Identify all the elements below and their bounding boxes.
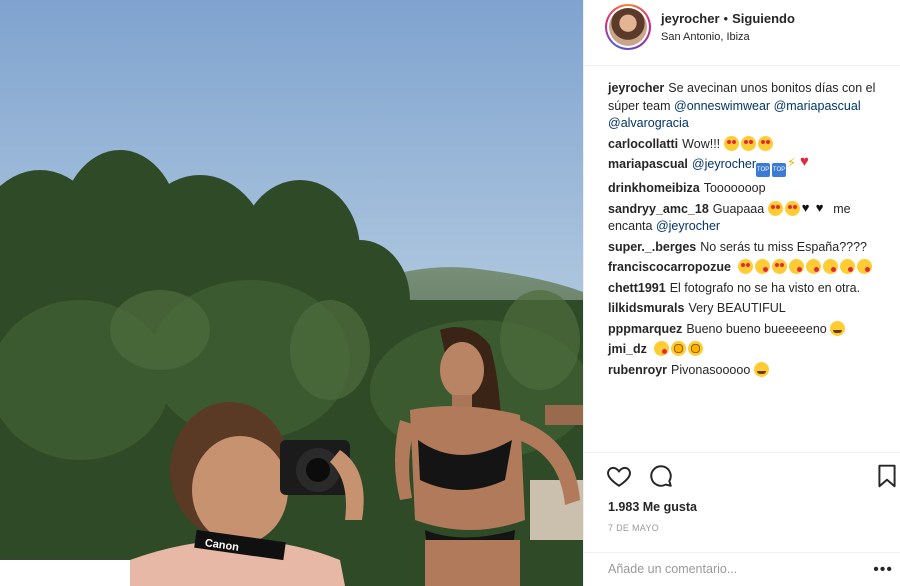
comment-username[interactable]: lilkidsmurals: [608, 301, 684, 315]
kiss-emoji-icon: [789, 259, 805, 274]
comment-text: No serás tu miss España????: [700, 239, 868, 254]
post-sidebar: jeyrocher • Siguiendo San Antonio, Ibiza j…: [583, 0, 900, 586]
photo-illustration: Canon: [0, 0, 583, 586]
location-link[interactable]: San Antonio, Ibiza: [661, 31, 750, 43]
post-header: jeyrocher • Siguiendo San Antonio, Ibiza: [584, 0, 900, 66]
post-photo[interactable]: Canon: [0, 0, 583, 586]
bookmark-icon[interactable]: [874, 463, 900, 489]
top-emoji-icon: [756, 163, 771, 177]
comments-list: jeyrocher Se avecinan unos bonitos días c…: [608, 80, 888, 382]
mention-link[interactable]: @alvarogracia: [608, 116, 689, 130]
comment: sandryy_amc_18Guapaaa me encanta @jeyroc…: [608, 199, 888, 236]
comment-text: Guapaaa: [712, 201, 765, 216]
heart-eyes-emoji-icon: [757, 135, 773, 151]
post-date: 7 DE MAYO: [608, 523, 660, 533]
comment-text: El fotografo no se ha visto en otra.: [669, 280, 861, 295]
header-line: jeyrocher • Siguiendo: [661, 11, 795, 26]
comment: lilkidsmurals Very BEAUTIFUL: [608, 300, 888, 318]
following-button[interactable]: Siguiendo: [732, 11, 795, 26]
separator-dot: •: [723, 11, 729, 26]
comment: mariapascual @jeyrocher: [608, 153, 888, 177]
heart-eyes-emoji-icon: [767, 200, 783, 216]
sun-emoji-icon: [671, 341, 687, 356]
sun-emoji-icon: [688, 341, 704, 356]
heart-eyes-emoji-icon: [740, 135, 756, 151]
red-heart-emoji-icon: [800, 153, 812, 171]
mention-link[interactable]: @onneswimwear: [674, 99, 770, 113]
profile-photo: [609, 8, 647, 46]
comment-username[interactable]: mariapascual: [608, 157, 688, 171]
kiss-emoji-icon: [840, 259, 856, 274]
bolt-emoji-icon: [787, 154, 798, 172]
comment-username[interactable]: franciscocarropozue: [608, 260, 731, 274]
comment-text: Wow!!!: [682, 136, 721, 151]
grin-emoji-icon: [753, 361, 769, 377]
kiss-emoji-icon: [755, 259, 771, 274]
kiss-emoji-icon: [654, 341, 670, 356]
comment-username[interactable]: drinkhomeibiza: [608, 181, 700, 195]
comment: pppmarquez Bueno bueno bueeeeeno: [608, 320, 888, 339]
kiss-emoji-icon: [857, 259, 873, 274]
comment-username[interactable]: pppmarquez: [608, 322, 682, 336]
comment: jmi_dz: [608, 341, 888, 359]
heart-eyes-emoji-icon: [784, 200, 800, 216]
more-options-icon[interactable]: •••: [873, 561, 893, 579]
comment-username[interactable]: rubenroyr: [608, 363, 667, 377]
comment: carlocollatti Wow!!!: [608, 135, 888, 154]
caption-username[interactable]: jeyrocher: [608, 81, 664, 95]
comment-bubble-icon[interactable]: [648, 463, 674, 489]
kiss-emoji-icon: [806, 259, 822, 274]
grin-emoji-icon: [830, 320, 846, 336]
mention-link[interactable]: @jeyrocher: [656, 219, 720, 233]
add-comment-bar: •••: [584, 552, 900, 586]
mention-link[interactable]: @mariapascual: [774, 99, 861, 113]
avatar[interactable]: [605, 4, 651, 50]
comment-username[interactable]: carlocollatti: [608, 137, 678, 151]
comment: drinkhomeibiza Tooooooop: [608, 180, 888, 198]
comment: franciscocarropozue: [608, 259, 888, 277]
heart-eyes-emoji-icon: [738, 259, 754, 274]
top-emoji-icon: [772, 163, 787, 177]
comment-text: Pivonasooooo: [671, 362, 751, 377]
comment: super._.berges No serás tu miss España???…: [608, 239, 888, 257]
likes-count[interactable]: 1.983 Me gusta: [608, 500, 697, 514]
black-heart-emoji-icon: [802, 199, 814, 217]
comment-username[interactable]: super._.berges: [608, 240, 696, 254]
comment-text: Tooooooop: [703, 181, 766, 195]
comment-input[interactable]: [608, 562, 858, 576]
comment: rubenroyr Pivonasooooo: [608, 361, 888, 380]
kiss-emoji-icon: [823, 259, 839, 274]
black-heart-emoji-icon: [816, 199, 828, 217]
mention-link[interactable]: @jeyrocher: [692, 157, 756, 171]
heart-eyes-emoji-icon: [723, 135, 739, 151]
heart-outline-icon[interactable]: [606, 463, 632, 489]
comment-text: Bueno bueno bueeeeeno: [686, 321, 827, 336]
comment-username[interactable]: jmi_dz: [608, 342, 647, 356]
caption: jeyrocher Se avecinan unos bonitos días c…: [608, 80, 888, 133]
heart-eyes-emoji-icon: [772, 259, 788, 274]
username-link[interactable]: jeyrocher: [661, 11, 720, 26]
comment-text: Very BEAUTIFUL: [688, 301, 786, 315]
comment-username[interactable]: sandryy_amc_18: [608, 202, 709, 216]
comment: chett1991 El fotografo no se ha visto en …: [608, 280, 888, 298]
post-actions: 1.983 Me gusta 7 DE MAYO: [584, 452, 900, 542]
comment-username[interactable]: chett1991: [608, 281, 666, 295]
